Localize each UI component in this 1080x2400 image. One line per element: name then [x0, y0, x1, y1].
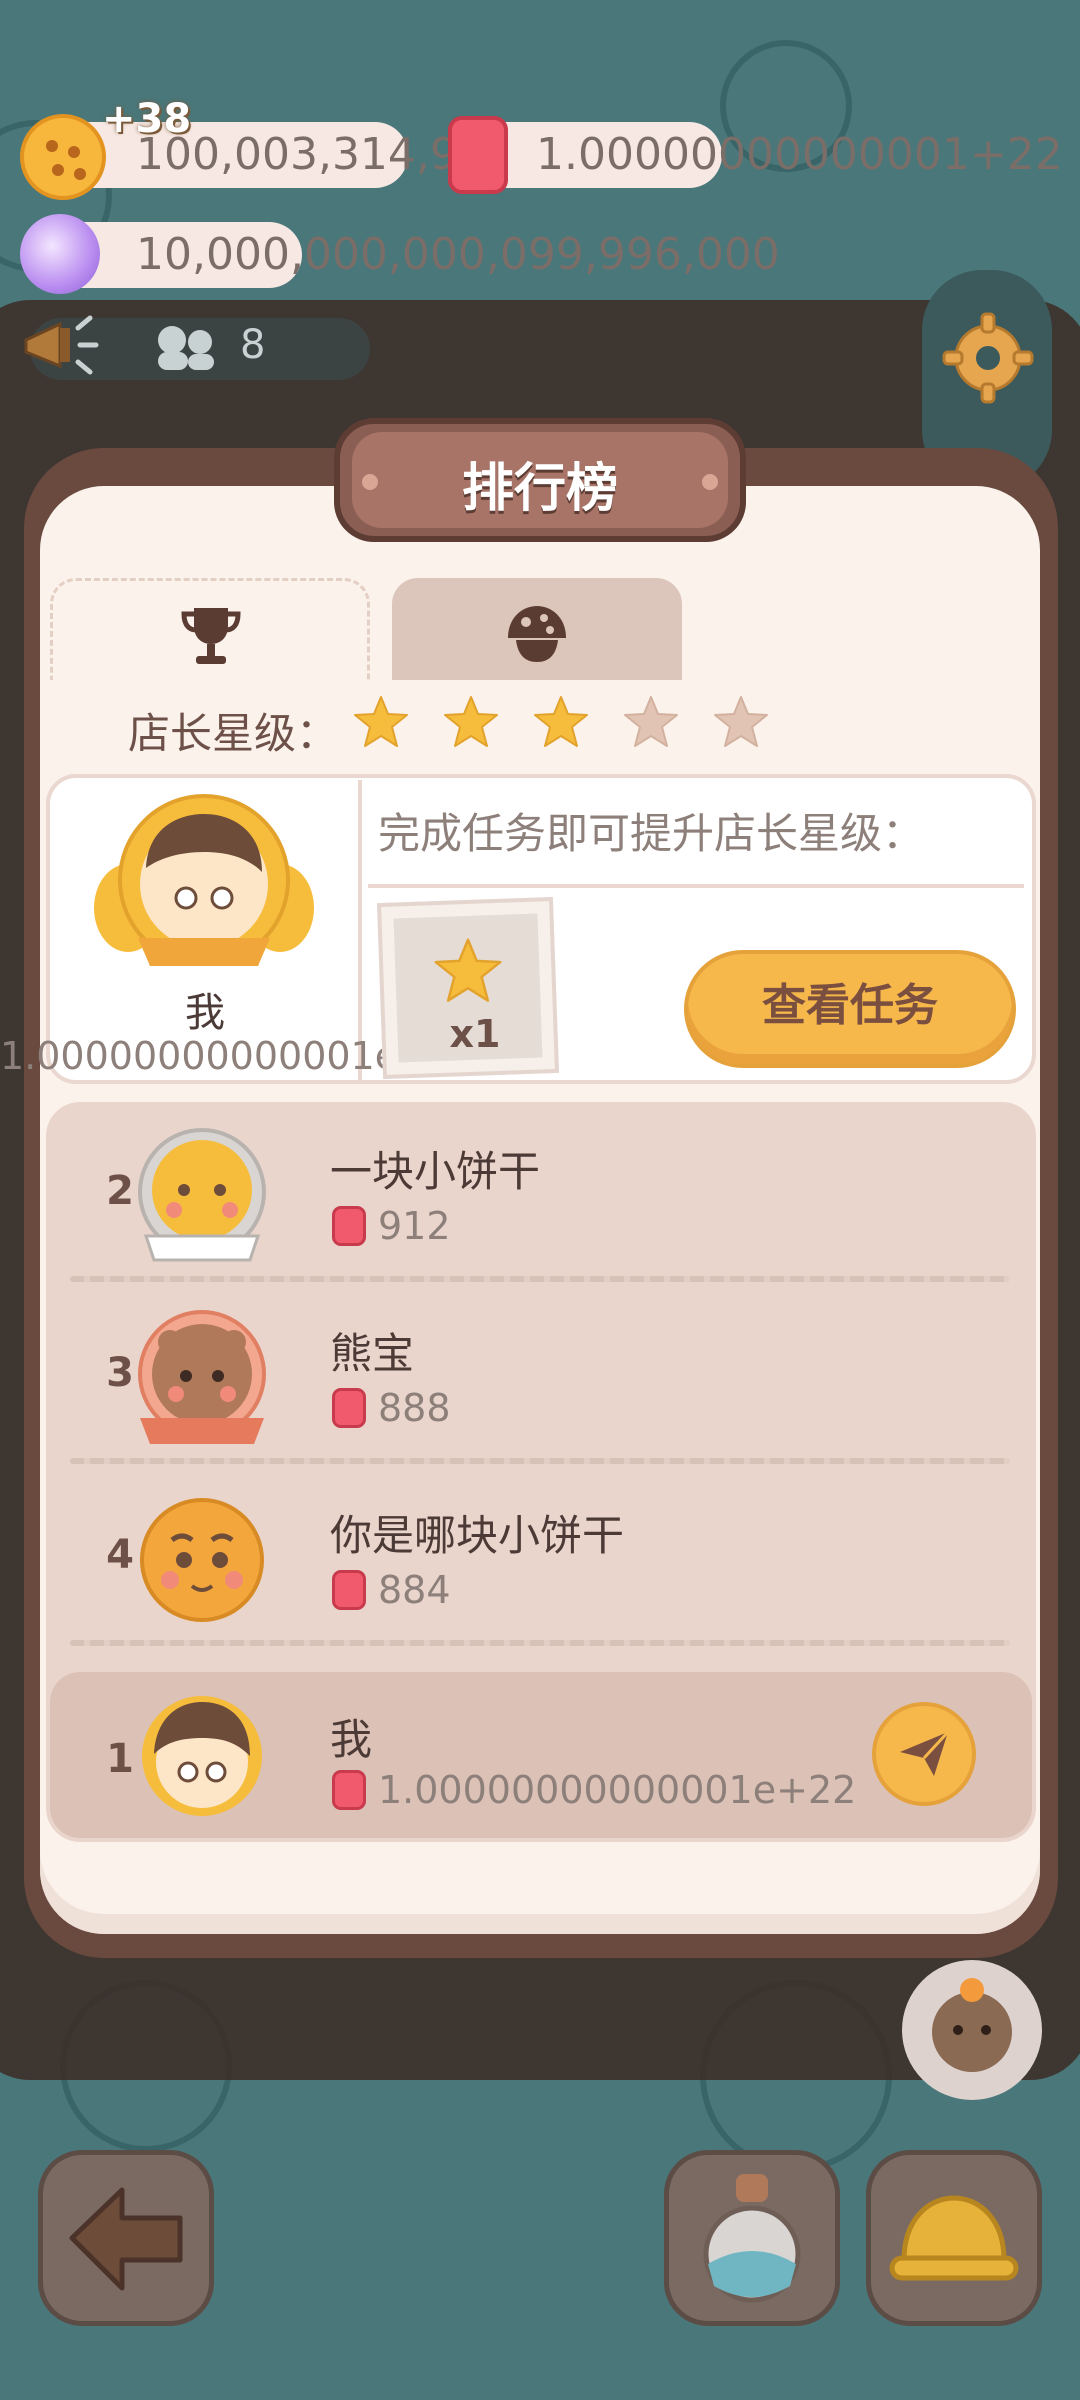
star-icon-empty — [714, 696, 768, 747]
gear-icon[interactable] — [940, 310, 1036, 406]
player-score-label: 1.00000000000001e — [0, 1034, 399, 1078]
player-score: 884 — [378, 1568, 451, 1612]
star-icon-empty — [624, 696, 678, 747]
candy-icon — [20, 214, 100, 294]
people-icon — [158, 326, 214, 370]
player-score: 912 — [378, 1204, 451, 1248]
jam-value: 1.00000000000001+22 — [536, 129, 1063, 180]
bear-avatar — [138, 1310, 266, 1444]
jam-icon — [332, 1388, 366, 1428]
player-name: 你是哪块小饼干 — [330, 1511, 625, 1560]
online-count: 8 — [240, 322, 266, 368]
cookie-avatar — [140, 1498, 264, 1622]
star-icon-filled — [444, 696, 498, 747]
shop-star-label: 店长星级： — [128, 709, 339, 758]
jam-icon — [332, 1206, 366, 1246]
mushroom-icon — [508, 606, 566, 662]
task-prompt: 完成任务即可提升店长星级： — [378, 809, 925, 858]
my-score: 1.00000000000001e+22 — [378, 1768, 857, 1812]
player-name-label: 我 — [185, 990, 225, 1036]
trophy-icon — [181, 608, 241, 664]
cookie-coin-icon — [20, 114, 106, 200]
view-tasks-button[interactable]: 查看任务 — [684, 950, 1016, 1068]
player-name: 一块小饼干 — [330, 1147, 541, 1196]
player-avatar — [142, 1696, 262, 1816]
candy-value: 10,000,000,000,099,996,000 — [136, 229, 780, 280]
hardhat-icon — [889, 2195, 1019, 2281]
coin-delta: +38 — [102, 96, 192, 142]
potion-icon — [703, 2174, 801, 2303]
back-arrow-icon — [69, 2187, 183, 2291]
jam-icon — [332, 1570, 366, 1610]
row-divider — [70, 1640, 1010, 1646]
my-name: 我 — [330, 1715, 373, 1764]
player-name: 熊宝 — [330, 1329, 415, 1378]
chef-avatar-icon — [932, 1978, 1012, 2072]
star-icon-filled — [534, 696, 588, 747]
star-icon — [434, 938, 502, 1002]
player-score: 888 — [378, 1386, 451, 1430]
jam-icon — [448, 116, 508, 194]
cookie-avatar — [138, 1128, 266, 1262]
jam-icon — [332, 1770, 366, 1810]
star-icon-filled — [354, 696, 408, 747]
task-card-separator — [368, 884, 1024, 888]
player-badge-avatar — [94, 794, 314, 966]
row-divider — [70, 1458, 1010, 1464]
row-divider — [70, 1276, 1010, 1282]
megaphone-icon — [24, 315, 99, 375]
reward-count: x1 — [449, 1012, 501, 1056]
send-icon — [900, 1730, 950, 1776]
panel-title: 排行榜 — [461, 459, 618, 519]
